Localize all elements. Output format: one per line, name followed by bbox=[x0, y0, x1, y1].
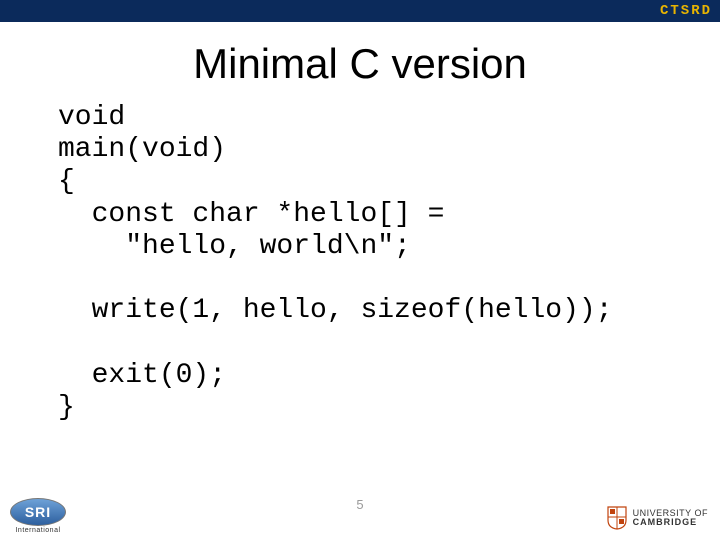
cambridge-logo: UNIVERSITY OF CAMBRIDGE bbox=[607, 506, 708, 530]
sri-logo-oval: SRI bbox=[10, 498, 66, 526]
code-block: void main(void) { const char *hello[] = … bbox=[0, 102, 720, 424]
footer: SRI International UNIVERSITY OF CAMBRIDG… bbox=[0, 494, 720, 540]
top-bar: CTSRD bbox=[0, 0, 720, 22]
cambridge-shield-icon bbox=[607, 506, 627, 530]
sri-logo-subtext: International bbox=[15, 527, 60, 534]
sri-logo: SRI International bbox=[10, 498, 66, 534]
sri-logo-text: SRI bbox=[25, 504, 51, 520]
topbar-project-label: CTSRD bbox=[660, 0, 712, 22]
cambridge-line2: CAMBRIDGE bbox=[633, 518, 708, 527]
cambridge-logo-text: UNIVERSITY OF CAMBRIDGE bbox=[633, 509, 708, 527]
slide-title: Minimal C version bbox=[0, 40, 720, 88]
